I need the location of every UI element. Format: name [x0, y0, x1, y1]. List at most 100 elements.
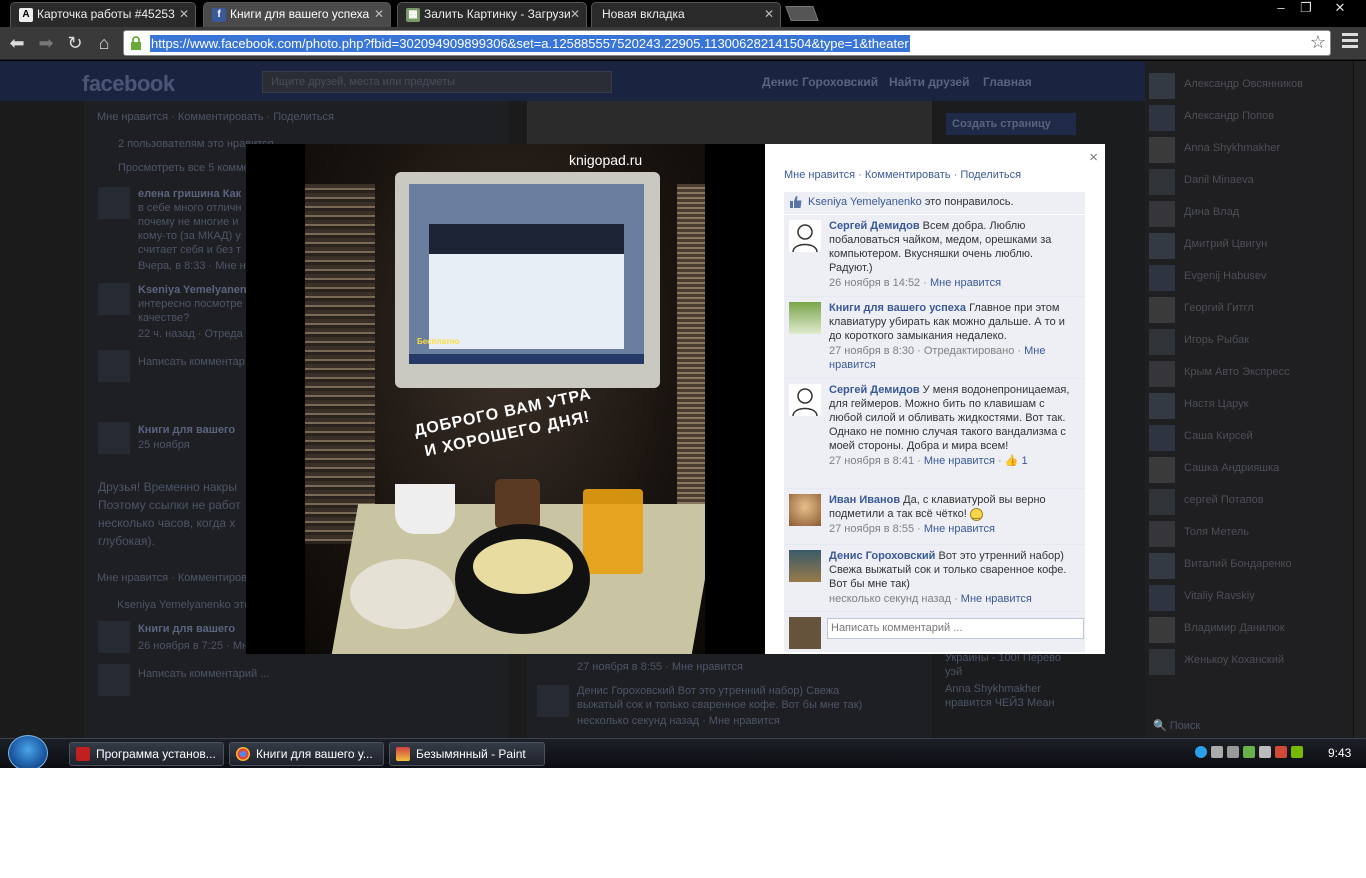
chat-search-input[interactable]: 🔍 Поиск — [1153, 719, 1200, 732]
feed-comment-input[interactable]: Написать комментар — [138, 356, 245, 368]
close-window-button[interactable]: ✕ — [1327, 0, 1353, 18]
taskbar-item-chrome[interactable]: Книги для вашего у... — [229, 742, 384, 766]
tool-tray-icon[interactable] — [1227, 746, 1239, 758]
minimize-button[interactable]: – — [1268, 0, 1294, 18]
volume-tray-icon[interactable] — [1275, 746, 1287, 758]
page-text: несколько секунд назад · Мне нравится — [577, 715, 780, 727]
chat-contact[interactable]: Крым Авто Экспресс — [1145, 357, 1353, 389]
new-tab-button[interactable] — [785, 6, 819, 21]
taskbar-item-installer[interactable]: Программа установ... — [69, 742, 224, 766]
chat-contact-name: Сашка Андрияшка — [1184, 462, 1280, 474]
liker-link[interactable]: Kseniya Yemelyanenko — [808, 196, 922, 208]
chat-contact[interactable]: Danil Minaeva — [1145, 165, 1353, 197]
comment-input[interactable]: Написать комментарий ... — [827, 618, 1084, 639]
chat-contact[interactable]: Evgenij Habusev — [1145, 261, 1353, 293]
avatar[interactable] — [789, 302, 821, 334]
comment-edited: Отредактировано — [923, 345, 1015, 357]
menu-icon[interactable] — [1342, 33, 1358, 49]
create-page-label: Создать страницу — [952, 118, 1051, 130]
photo-greeting: ДОБРОГО ВАМ УТРА И ХОРОШЕГО ДНЯ! — [412, 384, 598, 465]
close-icon[interactable]: ✕ — [374, 3, 384, 25]
header-user-link[interactable]: Денис Гороховский — [762, 75, 878, 89]
chat-contact-name: Толя Метель — [1184, 526, 1250, 538]
home-link[interactable]: Главная — [983, 75, 1032, 89]
chat-contact[interactable]: Александр Попов — [1145, 101, 1353, 133]
tab-image-host[interactable]: ▦ Залить Картинку - Загрузи ✕ — [397, 2, 587, 27]
avatar — [1149, 649, 1175, 675]
chat-contact[interactable]: Саша Кирсей — [1145, 421, 1353, 453]
create-page-button[interactable]: Создать страницу — [946, 113, 1076, 135]
chat-contact[interactable]: Дина Влад — [1145, 197, 1353, 229]
chat-contact[interactable]: Anna Shykhmakher — [1145, 133, 1353, 165]
clock[interactable]: 9:43 — [1328, 746, 1351, 760]
feed-text: интересно посмотре — [138, 298, 243, 310]
tab-facebook[interactable]: f Книги для вашего успеха ✕ — [203, 2, 391, 27]
comment-link[interactable]: Комментировать — [865, 169, 951, 181]
utorrent-tray-icon[interactable] — [1243, 746, 1255, 758]
home-icon[interactable]: ⌂ — [92, 32, 116, 54]
comment-time[interactable]: 26 ноября в 14:52 — [829, 277, 920, 289]
feed-text: Вчера, в 8:33 · Мне н — [138, 260, 246, 272]
close-theater-button[interactable]: × — [1089, 149, 1098, 166]
comment-like-count[interactable]: 👍 1 — [1005, 455, 1028, 467]
close-icon[interactable]: ✕ — [179, 3, 189, 25]
comment-author[interactable]: Сергей Демидов — [829, 384, 920, 396]
avatar[interactable] — [789, 550, 821, 582]
chat-contact[interactable]: Настя Царук — [1145, 389, 1353, 421]
forward-icon[interactable]: ➡ — [34, 32, 58, 54]
comment-time[interactable]: 27 ноября в 8:55 — [829, 523, 914, 535]
comment-time[interactable]: несколько секунд назад — [829, 593, 951, 605]
start-button[interactable] — [8, 735, 48, 768]
chat-contact[interactable]: Женькоу Коханский — [1145, 645, 1353, 677]
share-link[interactable]: Поделиться — [960, 169, 1021, 181]
avatar[interactable] — [789, 494, 821, 526]
comment-like-link[interactable]: Мне нравится — [961, 593, 1032, 605]
network-tray-icon[interactable] — [1259, 746, 1271, 758]
chat-contact[interactable]: Владимир Данилюк — [1145, 613, 1353, 645]
comment-like-link[interactable]: Мне нравится — [924, 523, 995, 535]
chat-contact[interactable]: Александр Овсянников — [1145, 69, 1353, 101]
page-scrollbar[interactable] — [1353, 61, 1366, 738]
chat-contact[interactable]: Сашка Андрияшка — [1145, 453, 1353, 485]
reload-icon[interactable]: ↻ — [63, 32, 87, 54]
find-friends-link[interactable]: Найти друзей — [889, 75, 969, 89]
comment-like-link[interactable]: Мне нравится — [924, 455, 995, 467]
feed-comment-input[interactable]: Написать комментарий ... — [138, 668, 269, 680]
chat-contact[interactable]: Дмитрий Цвигун — [1145, 229, 1353, 261]
comment-author[interactable]: Книги для вашего успеха — [829, 302, 966, 314]
feed-text: Книги для вашего — [138, 623, 236, 635]
chat-contact[interactable]: Толя Метель — [1145, 517, 1353, 549]
address-bar[interactable]: https://www.facebook.com/photo.php?fbid=… — [123, 30, 1331, 56]
comment-time[interactable]: 27 ноября в 8:30 — [829, 345, 914, 357]
chat-contact[interactable]: Vitaliy Ravskiy — [1145, 581, 1353, 613]
tab-avast[interactable]: A Карточка работы #45253 ✕ — [10, 2, 196, 27]
bookmark-star-icon[interactable]: ☆ — [1310, 32, 1326, 53]
avatar — [1149, 137, 1175, 163]
search-input[interactable]: Ищите друзей, места или предметы — [262, 71, 612, 93]
like-link[interactable]: Мне нравится — [784, 169, 855, 181]
steam-tray-icon[interactable] — [1211, 746, 1223, 758]
avatar — [1149, 265, 1175, 291]
close-icon[interactable]: ✕ — [764, 3, 774, 25]
chat-contact[interactable]: сергей Потапов — [1145, 485, 1353, 517]
close-icon[interactable]: ✕ — [570, 3, 580, 25]
comment-like-link[interactable]: Мне нравится — [930, 277, 1001, 289]
comment-author[interactable]: Денис Гороховский — [829, 550, 935, 562]
taskbar-item-paint[interactable]: Безымянный - Paint — [389, 742, 545, 766]
chat-contact[interactable]: Георгий Гитгл — [1145, 293, 1353, 325]
comment-author[interactable]: Иван Иванов — [829, 494, 900, 506]
skype-tray-icon[interactable] — [1195, 746, 1207, 758]
chat-contact[interactable]: Игорь Рыбак — [1145, 325, 1353, 357]
url-text[interactable]: https://www.facebook.com/photo.php?fbid=… — [150, 35, 910, 52]
breakfast-photo[interactable]: Бесплатно knigopad.ru ДОБРОГО ВАМ УТРА И… — [305, 144, 705, 654]
back-icon[interactable]: ⬅ — [5, 32, 29, 54]
facebook-logo[interactable]: facebook — [82, 71, 175, 97]
tab-new[interactable]: Новая вкладка ✕ — [591, 2, 781, 27]
nvidia-tray-icon[interactable] — [1291, 746, 1303, 758]
maximize-button[interactable]: ❐ — [1293, 0, 1319, 18]
chat-contact[interactable]: Виталий Бондаренко — [1145, 549, 1353, 581]
comment-time[interactable]: 27 ноября в 8:41 — [829, 455, 914, 467]
comment-author[interactable]: Сергей Демидов — [829, 220, 920, 232]
avatar — [98, 187, 130, 219]
comment-item: Сергей Демидов У меня водонепроницаемая,… — [784, 379, 1085, 489]
